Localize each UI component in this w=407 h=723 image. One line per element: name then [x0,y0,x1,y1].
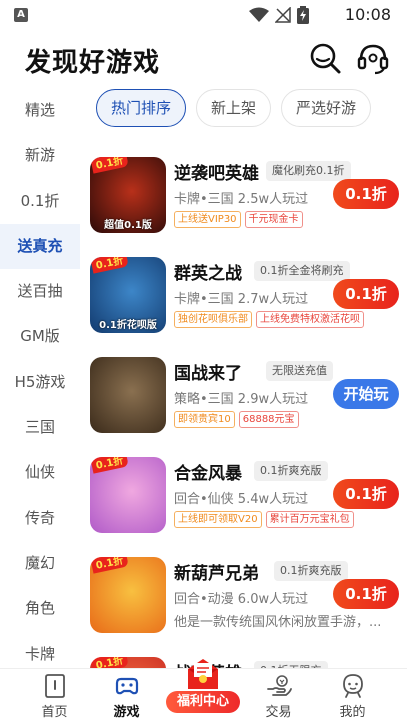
game-icon[interactable]: 0.1折 [90,557,166,633]
icon-caption: 超值0.1版 [104,220,152,231]
game-badge: 魔化刷充0.1折 [266,161,351,181]
home-icon [44,674,65,698]
game-tags: 独创花呗俱乐部 上线免费特权激活花呗 [174,311,364,328]
discount-corner-tag: 0.1折 [90,157,129,174]
no-signal-icon [275,7,291,23]
sidebar-item[interactable]: 精选 [0,88,80,133]
sidebar-item[interactable]: GM版 [0,314,80,359]
gift-icon [188,659,218,689]
trade-icon [266,675,292,696]
nav-trade[interactable]: 交易 [238,669,319,723]
nav-games-label: 游戏 [113,705,140,720]
game-meta: 卡牌•三国 2.7w人玩过 [174,292,309,307]
nav-profile[interactable]: 我的 [312,669,393,723]
battery-icon [297,6,309,24]
nav-home-label: 首页 [41,705,68,720]
tab[interactable]: 严选好游 [281,89,372,127]
gamepad-icon [115,677,138,695]
clock: 10:08 [344,5,391,24]
game-badge: 0.1折无限充 [254,661,328,668]
page-title: 发现好游戏 [25,48,161,78]
headset-icon [357,44,389,75]
game-tag: 独创花呗俱乐部 [174,311,252,328]
game-icon[interactable]: 0.1折 [90,657,166,668]
game-card[interactable]: 国战来了 无限送充值策略•三国 2.9w人玩过 即领贵宾10 68888元宝 开始玩 [88,349,407,445]
game-tag: 上线送VIP30 [174,211,241,228]
customer-service-button[interactable] [355,40,391,76]
search-button[interactable] [307,40,343,76]
sidebar-item[interactable]: 魔幻 [0,541,80,586]
game-card[interactable]: 0.1折 超值0.1版 逆袭吧英雄 魔化刷充0.1折 卡牌•三国 2.5w人玩过 上线送V… [88,149,407,245]
game-badge: 无限送充值 [266,361,333,381]
search-icon [310,43,341,74]
sidebar-item[interactable]: H5游戏 [0,360,80,405]
game-tag: 上线即可领取V20 [174,511,262,528]
sidebar-item[interactable]: 三国 [0,405,80,450]
game-meta: 回合•动漫 6.0w人玩过 [174,592,309,607]
discount-button[interactable]: 0.1折 [333,479,399,509]
game-name: 逆袭吧英雄 [174,164,259,184]
game-tag: 累计百万元宝礼包 [265,511,354,528]
sidebar-item[interactable]: 传奇 [0,496,80,541]
icon-caption: 0.1折花呗版 [99,320,157,331]
game-tag: 上线免费特权激活花呗 [256,311,364,328]
game-card[interactable]: 0.1折 新葫芦兄弟 0.1折爽充版回合•动漫 6.0w人玩过他是一款传统国风休闲放… [88,549,407,645]
game-tags: 上线送VIP30 千元现金卡 [174,211,303,228]
nav-home[interactable]: 首页 [14,669,95,723]
nav-profile-label: 我的 [339,705,366,720]
game-name: 新葫芦兄弟 [174,564,259,584]
game-name: 群英之战 [174,264,242,284]
sidebar-item[interactable]: 送真充 [0,223,80,270]
game-tags: 即领贵宾10 68888元宝 [174,411,299,428]
tab[interactable]: 新上架 [196,89,272,127]
discount-button[interactable]: 0.1折 [333,579,399,609]
header: 发现好游戏 [0,30,407,86]
wifi-icon [249,7,269,22]
game-list[interactable]: 0.1折 超值0.1版 逆袭吧英雄 魔化刷充0.1折 卡牌•三国 2.5w人玩过 上线送V… [80,145,407,668]
discount-corner-tag: 0.1折 [90,657,129,668]
game-tags: 上线即可领取V20 累计百万元宝礼包 [174,511,354,528]
sidebar-item[interactable]: 送百抽 [0,269,80,314]
game-badge: 0.1折全金将刷充 [254,261,350,281]
sidebar-item[interactable]: 新游 [0,133,80,178]
tab[interactable]: 热门排序 [96,89,187,127]
game-tag: 千元现金卡 [244,211,303,228]
game-meta: 卡牌•三国 2.5w人玩过 [174,192,309,207]
nav-trade-label: 交易 [265,705,292,720]
nav-games[interactable]: 游戏 [86,669,167,723]
discount-button[interactable]: 0.1折 [333,279,399,309]
game-card[interactable]: 0.1折战鼓英雄0.1折无限充 [88,649,407,668]
game-meta: 回合•仙侠 5.4w人玩过 [174,492,309,507]
discount-button[interactable]: 0.1折 [333,179,399,209]
discount-corner-tag: 0.1折 [90,457,129,474]
game-name: 合金风暴 [174,464,242,484]
sidebar-item[interactable]: 仙侠 [0,450,80,495]
discount-corner-tag: 0.1折 [90,257,129,274]
game-card[interactable]: 0.1折 0.1折花呗版 群英之战 0.1折全金将刷充 卡牌•三国 2.7w人玩过 独创花… [88,249,407,345]
game-tag: 即领贵宾10 [174,411,235,428]
game-card[interactable]: 0.1折 合金风暴 0.1折爽充版 回合•仙侠 5.4w人玩过 上线即可领取V20 累计百… [88,449,407,545]
game-icon[interactable]: 0.1折 0.1折花呗版 [90,257,166,333]
play-button[interactable]: 开始玩 [333,379,399,409]
notification-icon: A [14,8,28,22]
sort-tabs: 热门排序 新上架 严选好游 [96,89,372,127]
discount-corner-tag: 0.1折 [90,557,129,574]
game-tag: 68888元宝 [238,411,299,428]
bottom-nav: 首页 游戏 福利中心 交易 我的 [0,659,407,723]
sidebar-item[interactable]: 角色 [0,586,80,631]
game-icon[interactable] [90,357,166,433]
nav-welfare-center[interactable]: 福利中心 [166,655,240,721]
game-badge: 0.1折爽充版 [274,561,348,581]
game-meta: 策略•三国 2.9w人玩过 [174,392,309,407]
game-badge: 0.1折爽充版 [254,461,328,481]
game-icon[interactable]: 0.1折 [90,457,166,533]
profile-icon [342,674,363,698]
category-sidebar: 精选 新游 0.1折 送真充 送百抽 GM版 H5游戏 三国 仙侠 传奇 魔幻 角色 卡牌 [0,88,80,668]
game-icon[interactable]: 0.1折超值0.1版 [90,157,166,233]
game-name: 国战来了 [174,364,242,384]
nav-welfare-label: 福利中心 [166,691,240,713]
sidebar-item[interactable]: 0.1折 [0,179,80,224]
status-bar: A 10:08 [0,0,407,30]
game-description: 他是一款传统国风休闲放置手游，... [174,615,382,630]
